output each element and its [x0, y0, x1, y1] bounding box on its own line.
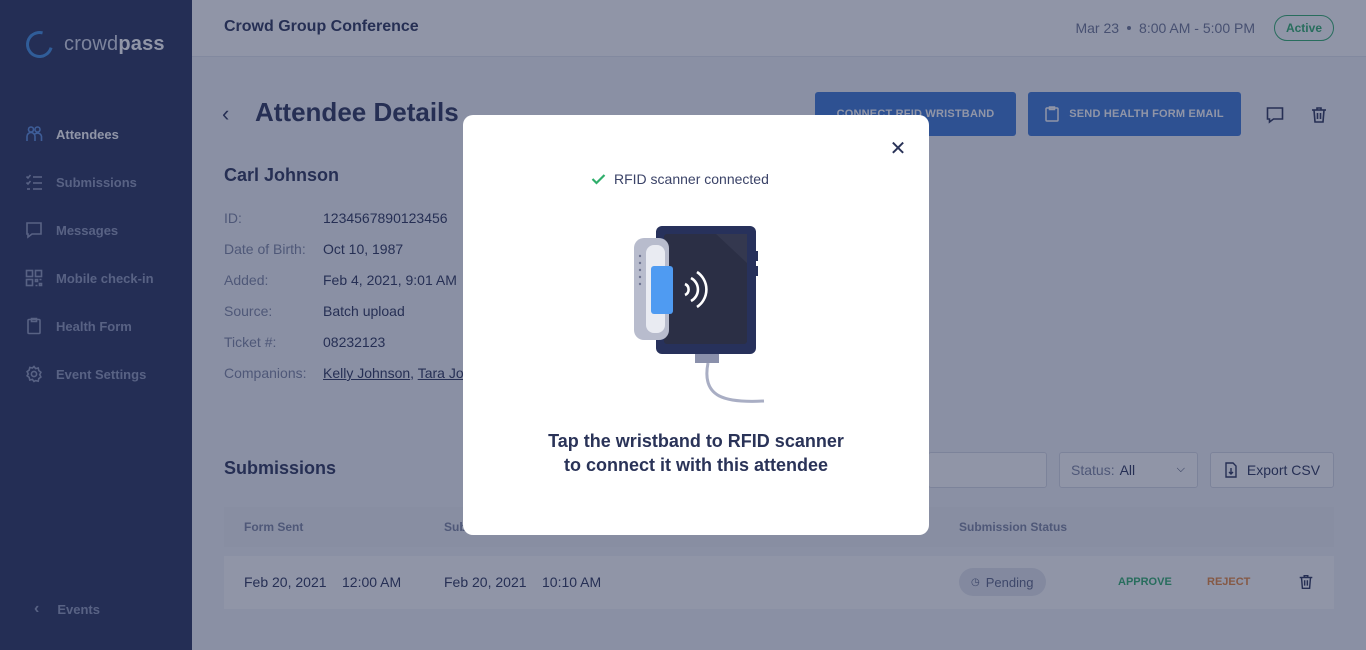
close-icon[interactable]: ✕	[887, 137, 909, 160]
check-icon	[591, 173, 606, 185]
rfid-scanner-illustration	[631, 223, 771, 408]
modal-message-line: to connect it with this attendee	[563, 455, 828, 475]
modal-message: Tap the wristband to RFID scanner to con…	[463, 429, 929, 477]
modal-message-line: Tap the wristband to RFID scanner	[548, 431, 844, 451]
scanner-status-text: RFID scanner connected	[614, 171, 769, 187]
connect-rfid-modal: ✕ RFID scanner connected Tap the wristba…	[463, 115, 929, 535]
scanner-status: RFID scanner connected	[591, 171, 769, 187]
